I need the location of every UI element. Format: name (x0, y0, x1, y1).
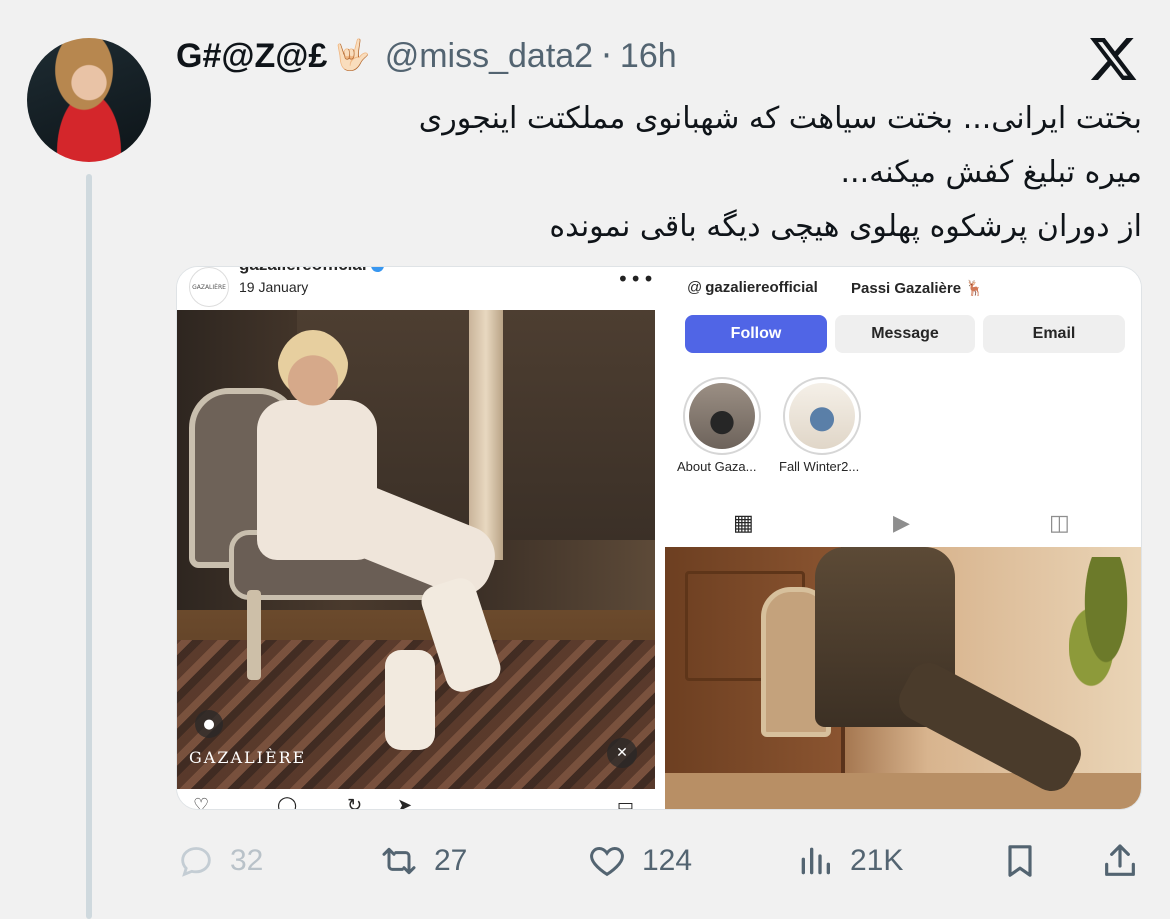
tweet-text-line: میره تبلیغ کفش میکنه... (840, 155, 1143, 190)
user-handle[interactable]: @miss_data2 (385, 37, 593, 76)
share-icon (1105, 844, 1135, 876)
highlight-thumbnail (789, 383, 855, 449)
profile-name: Passi Gazalière 🦌 (851, 280, 984, 297)
photo-column (469, 310, 503, 560)
story-highlight (783, 377, 861, 455)
photo-boot (385, 650, 435, 750)
share-button[interactable] (1100, 832, 1140, 890)
more-options-icon: ••• (617, 267, 656, 291)
x-logo-icon[interactable] (1087, 33, 1139, 85)
photo-person-head (277, 330, 349, 414)
like-count: 124 (642, 844, 693, 877)
separator-dot: · (601, 36, 612, 76)
mute-icon: ✕ (607, 738, 637, 768)
embedded-post-username: gazaliereofficial (239, 267, 384, 275)
tagged-user-icon: ● (195, 710, 223, 738)
save-outline-icon: ▭ (617, 795, 635, 810)
post-time[interactable]: 16h (620, 37, 677, 76)
email-button: Email (983, 315, 1125, 353)
threads-handle: @ gazaliereofficial (687, 279, 818, 296)
story-highlight (683, 377, 761, 455)
embedded-post-date: 19 January (239, 279, 309, 295)
photo-chair-leg (247, 590, 261, 680)
retweet-count: 27 (434, 844, 468, 877)
embedded-post-header: GAZALIÈRE gazaliereofficial 19 January •… (177, 267, 655, 311)
retweet-icon (382, 847, 416, 875)
tweet-actions: 32 27 124 21K (176, 832, 1142, 890)
tweet-media[interactable]: GAZALIÈRE gazaliereofficial 19 January •… (176, 266, 1142, 810)
brand-avatar: GAZALIÈRE (189, 267, 229, 307)
message-button: Message (835, 315, 975, 353)
brand-watermark: GAZALIÈRE (189, 748, 307, 767)
retweet-button[interactable]: 27 (378, 832, 467, 890)
highlight-label: About Gaza... (677, 459, 757, 474)
comment-outline-icon: ◯ (277, 795, 298, 810)
embedded-photo-left: ● GAZALIÈRE ✕ (177, 310, 655, 789)
photo-plant (1069, 557, 1141, 707)
tagged-tab-icon: ◫ (1049, 511, 1070, 536)
embedded-profile: @ gazaliereofficial Passi Gazalière 🦌 Fol… (665, 267, 1141, 547)
heart-outline-icon: ♡ (193, 795, 210, 810)
views-button[interactable]: 21K (794, 832, 903, 890)
hand-emoji-icon: 🤟🏻 (333, 38, 371, 73)
follow-button: Follow (685, 315, 827, 353)
embedded-photo-right (665, 547, 1141, 809)
bookmark-button[interactable] (1000, 832, 1040, 890)
grid-tab-icon: ▦ (733, 511, 754, 536)
tweet-text-line: بختت ایرانی... بختت سیاهت که شهبانوی ممل… (418, 101, 1142, 136)
tweet-header: G#@Z@£ 🤟🏻 @miss_data2 · 16h (176, 34, 677, 78)
embedded-post-actions: ♡ ◯ ↻ ➤ ▭ (177, 789, 655, 810)
display-name[interactable]: G#@Z@£ (176, 37, 327, 76)
reply-button[interactable]: 32 (176, 832, 263, 890)
views-count: 21K (850, 844, 904, 877)
avatar[interactable] (27, 38, 151, 162)
photo-floor (665, 773, 1141, 809)
reply-count: 32 (230, 844, 264, 877)
threads-icon: @ (687, 279, 703, 296)
highlight-label: Fall Winter2... (779, 459, 860, 474)
highlight-thumbnail (689, 383, 755, 449)
threads-handle-text: gazaliereofficial (705, 279, 818, 296)
verified-badge-icon (370, 267, 384, 273)
thread-line (86, 174, 92, 919)
heart-icon (590, 846, 624, 877)
repost-outline-icon: ↻ (347, 795, 363, 810)
like-button[interactable]: 124 (586, 832, 692, 890)
send-outline-icon: ➤ (397, 795, 413, 810)
reply-icon (181, 847, 211, 877)
bookmark-icon (1008, 845, 1032, 877)
views-icon (801, 847, 830, 875)
tweet-text-line: از دوران پرشکوه پهلوی هیچی دیگه باقی نمو… (549, 209, 1142, 244)
embedded-username-text: gazaliereofficial (239, 267, 367, 274)
tweet-text: بختت ایرانی... بختت سیاهت که شهبانوی ممل… (186, 92, 1142, 254)
reels-tab-icon: ▶ (893, 511, 910, 536)
